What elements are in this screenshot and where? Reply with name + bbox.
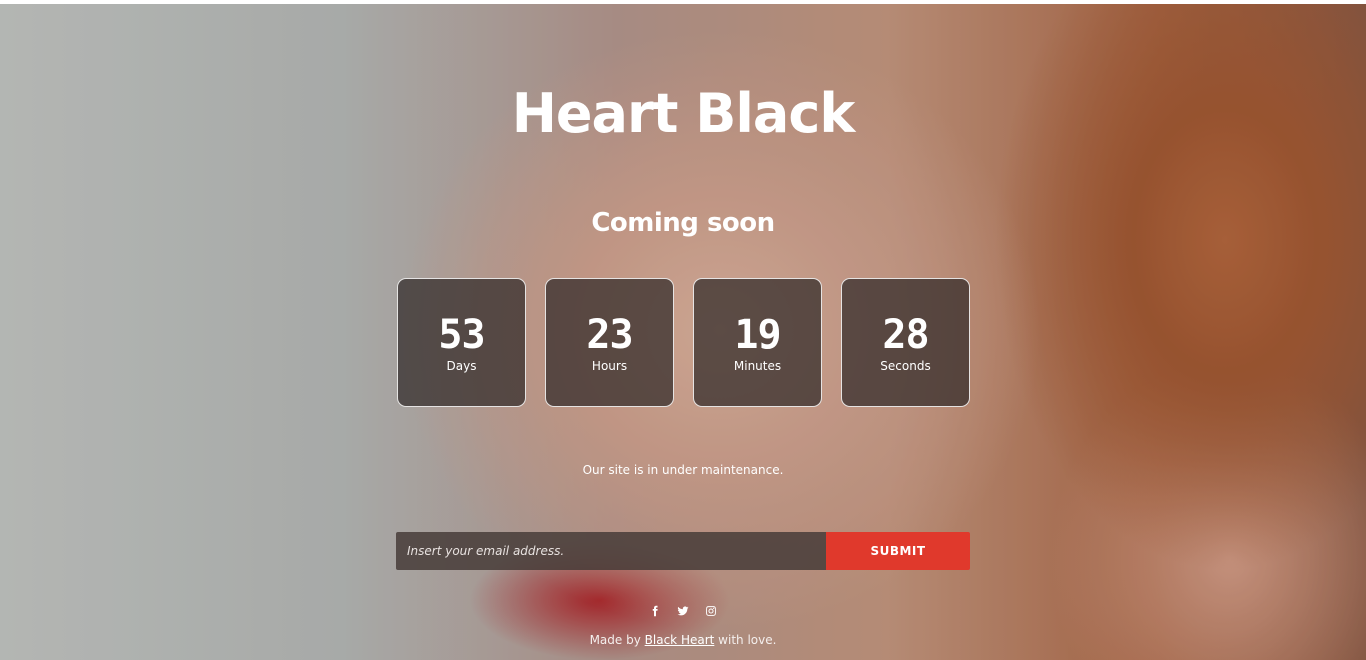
- footer-suffix: with love.: [718, 633, 777, 647]
- countdown-days: 53 Days: [397, 278, 526, 407]
- instagram-icon[interactable]: [704, 603, 718, 619]
- countdown-value: 28: [882, 311, 929, 358]
- countdown-label: Minutes: [733, 358, 782, 373]
- countdown-hours: 23 Hours: [545, 278, 674, 407]
- countdown-timer: 53 Days 23 Hours 19 Minutes 28 Seconds: [397, 278, 970, 407]
- countdown-seconds: 28 Seconds: [841, 278, 970, 407]
- countdown-label: Hours: [591, 358, 628, 373]
- countdown-value: 23: [586, 311, 633, 358]
- submit-button[interactable]: SUBMIT: [826, 532, 970, 570]
- countdown-label: Seconds: [880, 358, 931, 373]
- email-input[interactable]: [396, 532, 826, 570]
- facebook-icon[interactable]: [648, 603, 662, 619]
- social-links: [0, 603, 1366, 619]
- footer-prefix: Made by: [589, 633, 641, 647]
- coming-soon-heading: Coming soon: [591, 208, 775, 238]
- top-border: [0, 0, 1366, 4]
- countdown-minutes: 19 Minutes: [693, 278, 822, 407]
- subscribe-form: SUBMIT: [396, 532, 970, 570]
- footer-author-link[interactable]: Black Heart: [645, 633, 715, 647]
- twitter-icon[interactable]: [676, 603, 690, 619]
- countdown-label: Days: [446, 358, 477, 373]
- countdown-value: 53: [438, 311, 485, 358]
- maintenance-notice: Our site is in under maintenance.: [582, 463, 784, 477]
- footer-credit: Made by Black Heart with love.: [0, 633, 1366, 647]
- countdown-value: 19: [734, 311, 781, 358]
- page-title: Heart Black: [511, 82, 856, 145]
